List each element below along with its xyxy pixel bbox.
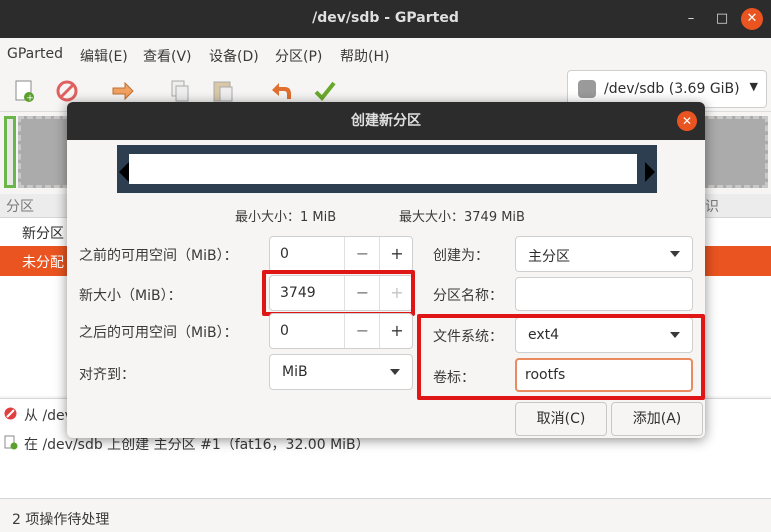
new-partition-icon[interactable]: +: [12, 78, 38, 104]
free-after-value: 0: [280, 323, 289, 339]
free-before-spin[interactable]: 0 − +: [269, 236, 413, 272]
create-op-icon: [3, 435, 18, 450]
partition-name-input[interactable]: [515, 277, 693, 311]
menu-partition[interactable]: 分区(P): [275, 46, 322, 66]
new-size-label: 新大小（MiB）：: [79, 288, 182, 304]
increment-button[interactable]: +: [379, 314, 414, 348]
device-label: /dev/sdb (3.69 GiB): [604, 81, 740, 97]
align-select[interactable]: MiB: [269, 354, 413, 390]
increment-button[interactable]: +: [379, 237, 414, 271]
copy-icon[interactable]: [167, 78, 193, 104]
window-title: /dev/sdb - GParted: [312, 10, 459, 26]
free-before-value: 0: [280, 246, 289, 262]
partition-name-label: 分区名称：: [433, 288, 503, 304]
create-as-value: 主分区: [528, 249, 570, 265]
row-partition: 新分区: [22, 226, 64, 242]
free-after-label: 之后的可用空间（MiB）：: [79, 325, 238, 341]
paste-icon[interactable]: [210, 78, 236, 104]
graph-partition-1[interactable]: [4, 116, 16, 188]
resize-move-icon[interactable]: [110, 78, 136, 104]
disk-icon: [578, 80, 596, 98]
status-bar: 2 项操作待处理: [0, 498, 771, 532]
align-value: MiB: [282, 364, 308, 380]
header-flags[interactable]: 识: [705, 196, 719, 216]
row-partition: 未分配: [22, 255, 64, 271]
chevron-down-icon: [670, 251, 680, 257]
decrement-button[interactable]: −: [344, 237, 380, 271]
menu-gparted[interactable]: GParted: [7, 46, 63, 62]
dialog-title: 创建新分区: [67, 102, 705, 140]
resize-left-handle[interactable]: [119, 162, 129, 182]
menu-help[interactable]: 帮助(H): [340, 46, 389, 66]
minimize-button[interactable]: –: [680, 8, 702, 30]
menu-view[interactable]: 查看(V): [143, 46, 192, 66]
status-text: 2 项操作待处理: [12, 512, 110, 528]
delete-icon[interactable]: [54, 78, 80, 104]
create-partition-dialog: 创建新分区 ✕ 最小大小：1 MiB 最大大小：3749 MiB 之前的可用空间…: [67, 102, 705, 438]
header-partition[interactable]: 分区: [6, 196, 34, 216]
cancel-button[interactable]: 取消(C): [515, 402, 607, 436]
new-size-highlight: [262, 270, 415, 316]
chevron-down-icon: [390, 369, 400, 375]
align-label: 对齐到：: [79, 367, 135, 383]
max-size-label: 最大大小：3749 MiB: [399, 210, 525, 225]
min-size-label: 最小大小：1 MiB: [235, 210, 337, 225]
delete-op-icon: [3, 406, 18, 421]
resize-right-handle[interactable]: [645, 162, 655, 182]
decrement-button[interactable]: −: [344, 314, 380, 348]
maximize-button[interactable]: □: [711, 8, 733, 30]
apply-icon[interactable]: [312, 78, 338, 104]
free-after-spin[interactable]: 0 − +: [269, 313, 413, 349]
create-as-select[interactable]: 主分区: [515, 236, 693, 272]
dialog-close-button[interactable]: ✕: [677, 111, 697, 131]
undo-icon[interactable]: [268, 78, 294, 104]
svg-text:+: +: [26, 94, 34, 104]
window-titlebar: /dev/sdb - GParted – □ ✕: [0, 0, 771, 38]
filesystem-label-highlight: [417, 314, 705, 400]
menu-edit[interactable]: 编辑(E): [80, 46, 128, 66]
menu-device[interactable]: 设备(D): [209, 46, 259, 66]
operation-item: 从 /dev: [24, 408, 73, 424]
add-button[interactable]: 添加(A): [611, 402, 703, 436]
menu-bar: GParted 编辑(E) 查看(V) 设备(D) 分区(P) 帮助(H): [0, 38, 771, 70]
resizer-partition-box[interactable]: [129, 154, 637, 184]
free-before-label: 之前的可用空间（MiB）：: [79, 248, 238, 264]
window-close-button[interactable]: ✕: [741, 8, 763, 30]
chevron-down-icon: ▼: [749, 80, 758, 93]
create-as-label: 创建为：: [433, 248, 489, 264]
